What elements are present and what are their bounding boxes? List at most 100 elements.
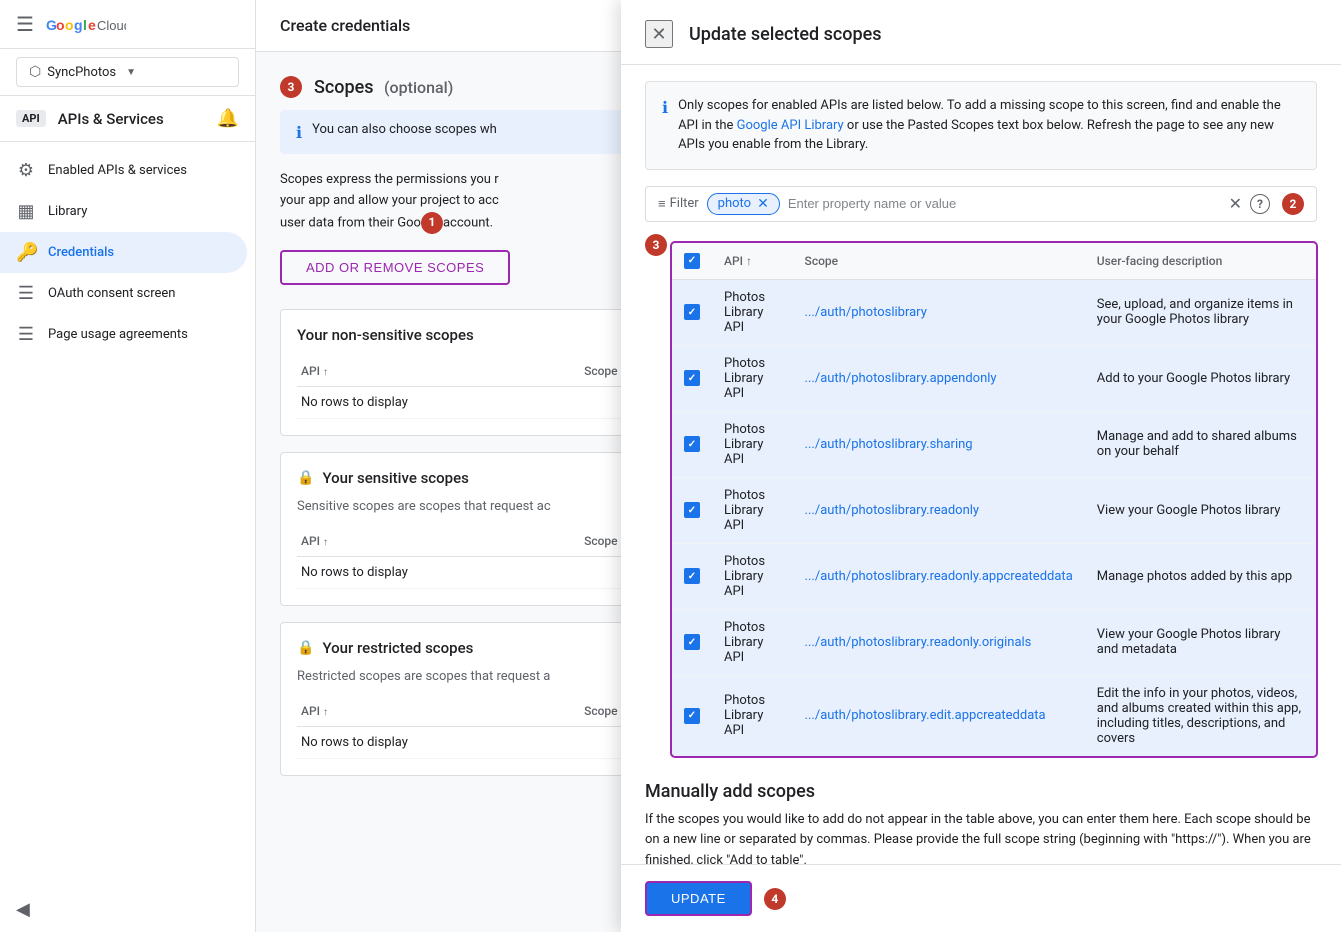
row-desc: Edit the info in your photos, videos, an…	[1085, 675, 1316, 756]
row-desc: See, upload, and organize items in your …	[1085, 279, 1316, 345]
filter-chip-remove[interactable]: ✕	[757, 196, 769, 212]
svg-text:Cloud: Cloud	[97, 18, 126, 33]
annotation-2: 2	[1282, 193, 1304, 215]
info-icon: ℹ	[662, 96, 668, 155]
library-icon: ▦	[16, 201, 36, 222]
filter-bar: ≡ Filter photo ✕ ✕ ? 2	[645, 186, 1317, 222]
th-scope: Scope	[793, 243, 1085, 280]
google-api-library-link[interactable]: Google API Library	[737, 118, 844, 133]
svg-text:o: o	[56, 17, 65, 33]
breadcrumb: Create credentials	[280, 16, 410, 35]
key-icon: 🔑	[16, 242, 36, 263]
help-icon[interactable]: ?	[1250, 194, 1270, 214]
row-scope: .../auth/photoslibrary.readonly	[793, 477, 1085, 543]
hamburger-icon[interactable]: ☰	[16, 12, 34, 36]
oauth-icon: ☰	[16, 283, 36, 304]
row-checkbox[interactable]: ✓	[684, 370, 700, 386]
row-checkbox[interactable]: ✓	[684, 634, 700, 650]
table-row: ✓ Photos Library API .../auth/photoslibr…	[672, 609, 1316, 675]
table-row: ✓ Photos Library API .../auth/photoslibr…	[672, 345, 1316, 411]
row-api: Photos Library API	[712, 675, 793, 756]
filter-chip-photo: photo ✕	[707, 193, 780, 215]
row-scope: .../auth/photoslibrary.sharing	[793, 411, 1085, 477]
filter-chip-text: photo	[718, 196, 751, 211]
sidebar-item-credentials[interactable]: 🔑 Credentials	[0, 232, 247, 273]
row-scope: .../auth/photoslibrary.appendonly	[793, 345, 1085, 411]
sidebar-item-label: Library	[48, 204, 87, 219]
sidebar-item-oauth[interactable]: ☰ OAuth consent screen	[0, 273, 247, 314]
row-api: Photos Library API	[712, 345, 793, 411]
row-checkbox-cell: ✓	[672, 411, 712, 477]
step-3-title: Scopes (optional)	[314, 77, 453, 98]
manually-title: Manually add scopes	[645, 781, 1317, 802]
step-3-info-text: You can also choose scopes wh	[312, 122, 497, 137]
svg-text:e: e	[88, 17, 96, 33]
svg-text:l: l	[83, 17, 87, 33]
row-checkbox-cell: ✓	[672, 345, 712, 411]
restricted-title-text: Your restricted scopes	[322, 639, 473, 657]
col-api: API ↑	[297, 696, 580, 727]
bell-icon[interactable]: 🔔	[217, 108, 239, 129]
overlay-close-button[interactable]: ✕	[645, 20, 673, 48]
filter-icon: ≡	[658, 196, 666, 212]
dropdown-icon: ▼	[126, 67, 136, 78]
row-checkbox-cell: ✓	[672, 477, 712, 543]
project-selector[interactable]: ⬡ SyncPhotos ▼	[16, 57, 239, 87]
th-desc: User-facing description	[1085, 243, 1316, 280]
th-api[interactable]: API ↑	[712, 243, 793, 280]
step-3-number: 3	[280, 76, 302, 98]
manually-section: Manually add scopes If the scopes you wo…	[645, 781, 1317, 865]
usage-icon: ☰	[16, 324, 36, 345]
sidebar-item-label: Enabled APIs & services	[48, 163, 187, 178]
update-button[interactable]: UPDATE	[645, 881, 752, 916]
row-checkbox[interactable]: ✓	[684, 568, 700, 584]
row-checkbox[interactable]: ✓	[684, 708, 700, 724]
th-checkbox: ✓	[672, 243, 712, 280]
sidebar-collapse[interactable]: ◀	[0, 887, 255, 932]
collapse-icon: ◀	[16, 899, 30, 920]
overlay-panel: ✕ Update selected scopes ℹ Only scopes f…	[621, 0, 1341, 932]
overlay-title: Update selected scopes	[689, 24, 882, 45]
row-desc: Manage and add to shared albums on your …	[1085, 411, 1316, 477]
manually-desc: If the scopes you would like to add do n…	[645, 810, 1317, 865]
overlay-info-box: ℹ Only scopes for enabled APIs are liste…	[645, 81, 1317, 170]
col-api: API ↑	[297, 356, 580, 387]
row-api: Photos Library API	[712, 543, 793, 609]
row-api: Photos Library API	[712, 477, 793, 543]
row-api: Photos Library API	[712, 609, 793, 675]
row-checkbox[interactable]: ✓	[684, 502, 700, 518]
row-checkbox-cell: ✓	[672, 279, 712, 345]
annotation-4: 4	[764, 888, 786, 910]
project-icon: ⬡	[29, 64, 41, 80]
row-checkbox-cell: ✓	[672, 609, 712, 675]
nav-items: ⚙ Enabled APIs & services ▦ Library 🔑 Cr…	[0, 142, 255, 887]
project-name: SyncPhotos	[47, 65, 116, 80]
sidebar-item-library[interactable]: ▦ Library	[0, 191, 247, 232]
add-remove-scopes-button[interactable]: ADD OR REMOVE SCOPES	[280, 250, 510, 285]
scopes-table: ✓ API ↑ Scope User-facing description	[672, 243, 1316, 756]
row-api: Photos Library API	[712, 411, 793, 477]
api-badge: API	[16, 110, 46, 127]
scopes-table-container: ✓ API ↑ Scope User-facing description	[671, 242, 1317, 757]
non-sensitive-title-text: Your non-sensitive scopes	[297, 326, 474, 344]
logo-svg: G o o g l e Cloud	[46, 13, 126, 35]
api-header: API APIs & Services 🔔	[0, 96, 255, 142]
select-all-checkbox[interactable]: ✓	[684, 253, 700, 269]
sidebar-item-label: OAuth consent screen	[48, 286, 175, 301]
step-3-optional: (optional)	[384, 78, 453, 97]
clear-icon[interactable]: ✕	[1229, 194, 1242, 213]
filter-label: ≡ Filter	[658, 196, 699, 212]
table-row: ✓ Photos Library API .../auth/photoslibr…	[672, 543, 1316, 609]
sidebar-item-usage[interactable]: ☰ Page usage agreements	[0, 314, 247, 355]
filter-input[interactable]	[788, 196, 1221, 211]
filter-actions: ✕ ?	[1229, 194, 1270, 214]
sidebar-item-enabled[interactable]: ⚙ Enabled APIs & services	[0, 150, 247, 191]
table-row: ✓ Photos Library API .../auth/photoslibr…	[672, 411, 1316, 477]
lock-icon: 🔒	[297, 470, 314, 486]
settings-icon: ⚙	[16, 160, 36, 181]
row-scope: .../auth/photoslibrary.readonly.appcreat…	[793, 543, 1085, 609]
row-checkbox[interactable]: ✓	[684, 304, 700, 320]
row-scope: .../auth/photoslibrary.readonly.original…	[793, 609, 1085, 675]
row-checkbox[interactable]: ✓	[684, 436, 700, 452]
google-cloud-logo: G o o g l e Cloud	[46, 13, 126, 35]
